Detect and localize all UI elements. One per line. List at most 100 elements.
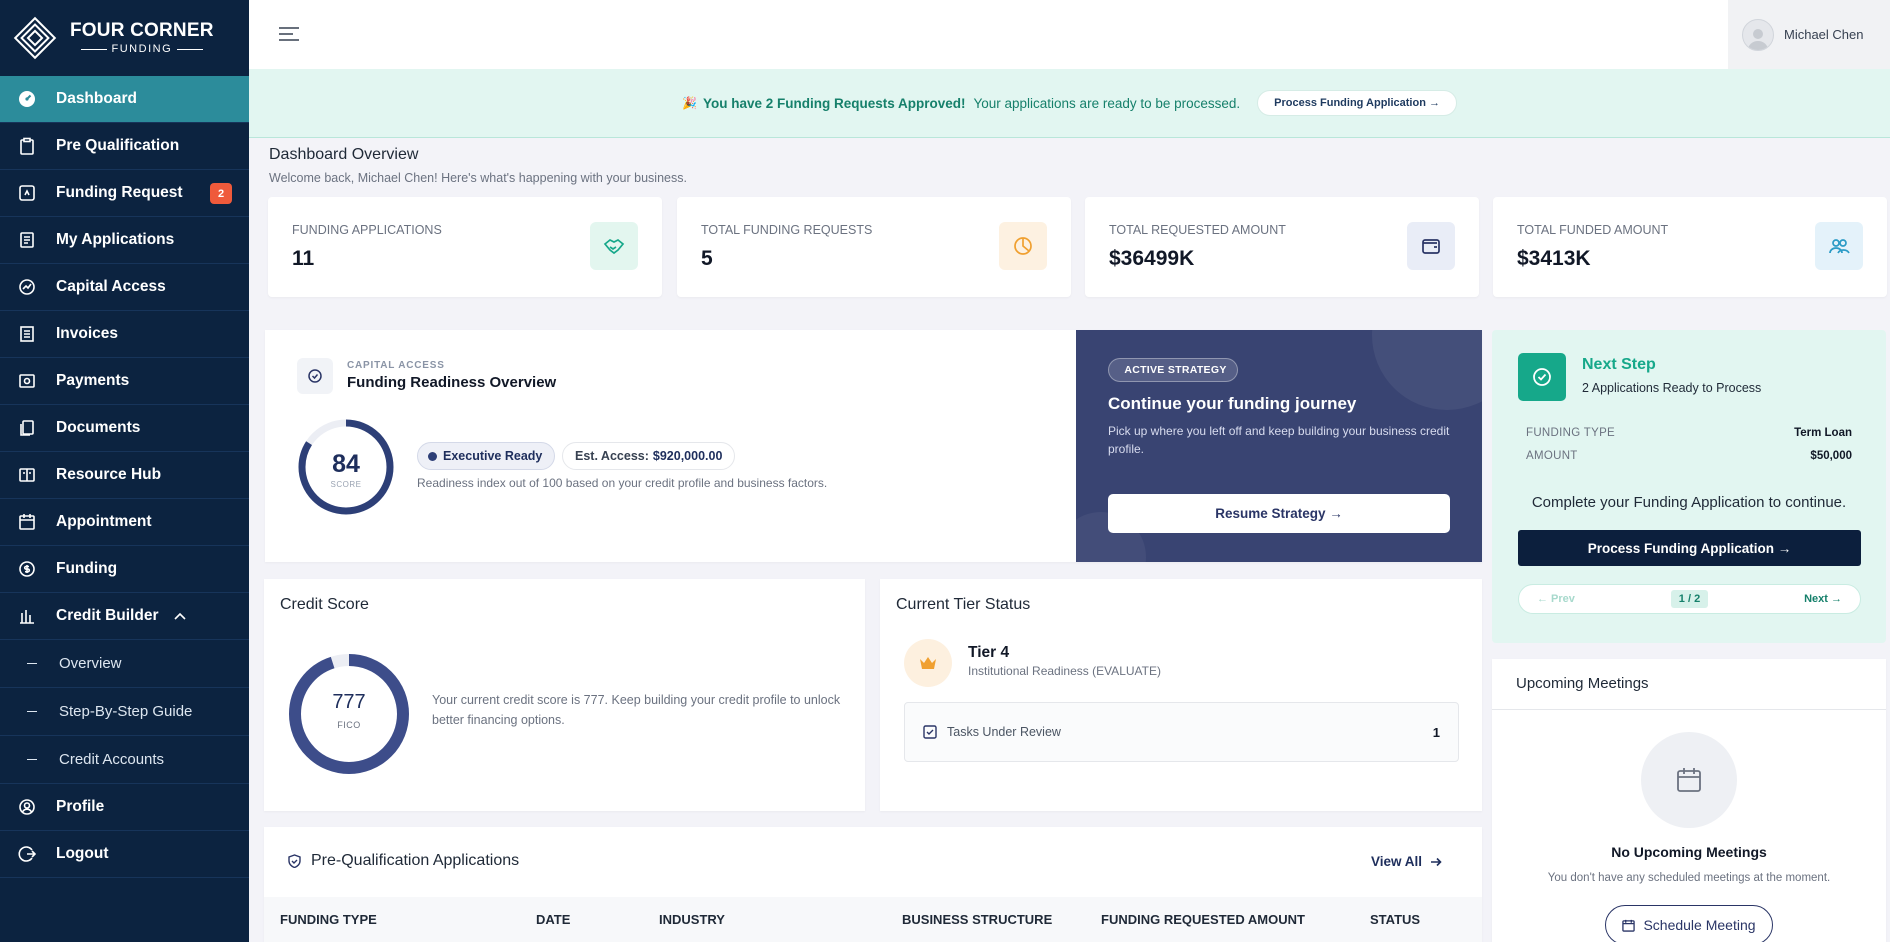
empty-state-title: No Upcoming Meetings — [1492, 844, 1886, 860]
est-access-badge: Est. Access: $920,000.00 — [562, 442, 735, 470]
sidebar-item-resource-hub[interactable]: Resource Hub — [0, 452, 249, 499]
sidebar-item-dashboard[interactable]: Dashboard — [0, 76, 249, 123]
view-all-link[interactable]: View All — [1371, 854, 1442, 869]
sidebar-subitem-step-by-step-guide[interactable]: Step-By-Step Guide — [0, 688, 249, 736]
dashboard-icon — [18, 90, 36, 108]
status-badge: Executive Ready — [417, 442, 555, 470]
sidebar-item-my-applications[interactable]: My Applications — [0, 217, 249, 264]
credit-score-ring — [287, 652, 411, 776]
chevron-up-icon[interactable] — [174, 609, 186, 623]
approval-banner: 🎉 You have 2 Funding Requests Approved! … — [249, 69, 1890, 138]
sidebar-subitem-credit-accounts[interactable]: Credit Accounts — [0, 736, 249, 784]
sidebar-item-payments[interactable]: Payments — [0, 358, 249, 405]
card-eyebrow: CAPITAL ACCESS — [347, 360, 445, 371]
card-title: Pre-Qualification Applications — [288, 852, 519, 870]
pager: ← Prev 1 / 2 Next → — [1518, 584, 1861, 614]
stat-card-total-requested-amount: TOTAL REQUESTED AMOUNT $36499K — [1085, 197, 1479, 297]
brand-logo[interactable]: FOUR CORNER FUNDING — [0, 0, 249, 76]
page-indicator: 1 / 2 — [1671, 590, 1708, 608]
chart-circle-icon — [18, 278, 36, 296]
stat-card-total-funding-requests: TOTAL FUNDING REQUESTS 5 — [677, 197, 1071, 297]
empty-state-description: You don't have any scheduled meetings at… — [1492, 872, 1886, 884]
building-icon — [18, 607, 36, 625]
handshake-icon — [590, 222, 638, 270]
clipboard-icon — [18, 137, 36, 155]
credit-score-description: Your current credit score is 777. Keep b… — [432, 690, 852, 730]
user-menu[interactable]: Michael Chen — [1728, 0, 1890, 69]
card-title: Funding Readiness Overview — [347, 374, 556, 391]
credit-score-card: Credit Score 777 FICO Your current credi… — [264, 579, 865, 811]
process-funding-application-button[interactable]: Process Funding Application → — [1518, 530, 1861, 566]
amount-row: AMOUNT $50,000 — [1526, 450, 1852, 462]
active-strategy-panel: ⮖ ACTIVE STRATEGY Continue your funding … — [1076, 330, 1482, 562]
credit-score-arc — [295, 660, 403, 768]
tasks-under-review[interactable]: Tasks Under Review 1 — [904, 702, 1459, 762]
tag-label: ACTIVE STRATEGY — [1124, 364, 1226, 376]
active-strategy-tag: ⮖ ACTIVE STRATEGY — [1108, 358, 1238, 382]
card-title: Upcoming Meetings — [1516, 675, 1649, 692]
sidebar-item-pre-qualification[interactable]: Pre Qualification — [0, 123, 249, 170]
schedule-meeting-label: Schedule Meeting — [1643, 917, 1755, 933]
tier-name: Tier 4 — [968, 644, 1009, 662]
next-button[interactable]: Next → — [1804, 593, 1842, 605]
calendar-icon — [1641, 732, 1737, 828]
column-header[interactable]: STATUS — [1370, 912, 1420, 927]
users-icon — [1815, 222, 1863, 270]
column-header[interactable]: FUNDING REQUESTED AMOUNT — [1101, 912, 1305, 927]
column-header[interactable]: FUNDING TYPE — [280, 912, 377, 927]
sidebar-item-label: Funding Request — [56, 184, 183, 202]
avatar — [1742, 19, 1774, 51]
process-funding-button[interactable]: Process Funding Application → — [1257, 90, 1457, 116]
funding-type-row: FUNDING TYPE Term Loan — [1526, 427, 1852, 439]
next-step-subtitle: 2 Applications Ready to Process — [1582, 381, 1761, 395]
check-circle-icon — [1518, 353, 1566, 401]
sidebar-item-invoices[interactable]: Invoices — [0, 311, 249, 358]
pie-chart-icon — [999, 222, 1047, 270]
user-name: Michael Chen — [1784, 27, 1864, 42]
stat-label: FUNDING APPLICATIONS — [292, 223, 442, 237]
sidebar-item-label: Documents — [56, 419, 140, 437]
payment-icon — [18, 372, 36, 390]
card-title: Credit Score — [280, 596, 369, 614]
banner-text: Your applications are ready to be proces… — [973, 96, 1240, 111]
column-header[interactable]: BUSINESS STRUCTURE — [902, 912, 1052, 927]
resume-strategy-button[interactable]: Resume Strategy → — [1108, 494, 1450, 533]
next-step-title: Next Step — [1582, 356, 1656, 374]
schedule-meeting-button[interactable]: Schedule Meeting — [1605, 905, 1773, 942]
sidebar-item-funding[interactable]: Funding — [0, 546, 249, 593]
sidebar-item-logout[interactable]: Logout — [0, 831, 249, 878]
sidebar-item-label: My Applications — [56, 231, 174, 249]
card-title: Current Tier Status — [896, 596, 1030, 614]
prev-button[interactable]: ← Prev — [1537, 593, 1575, 605]
next-step-card: Next Step 2 Applications Ready to Proces… — [1492, 330, 1886, 643]
banner-headline: You have 2 Funding Requests Approved! — [703, 96, 966, 111]
column-header[interactable]: INDUSTRY — [659, 912, 725, 927]
sidebar-subitem-overview[interactable]: Overview — [0, 640, 249, 688]
menu-toggle-icon[interactable] — [279, 26, 299, 42]
sidebar: FOUR CORNER FUNDING Dashboard Pre Qualif… — [0, 0, 249, 942]
crown-icon — [904, 639, 952, 687]
sidebar-item-label: Capital Access — [56, 278, 166, 296]
user-icon — [18, 798, 36, 816]
shield-check-icon — [288, 854, 301, 868]
view-all-label: View All — [1371, 854, 1422, 869]
dollar-doc-icon — [18, 184, 36, 202]
credit-score-value: 777 — [287, 691, 411, 714]
sidebar-item-documents[interactable]: Documents — [0, 405, 249, 452]
sidebar-item-label: Dashboard — [56, 90, 137, 108]
column-header[interactable]: DATE — [536, 912, 570, 927]
gauge-icon — [297, 358, 333, 394]
sidebar-item-profile[interactable]: Profile — [0, 784, 249, 831]
subitem-label: Step-By-Step Guide — [59, 703, 192, 720]
stat-card-funding-applications: FUNDING APPLICATIONS 11 — [268, 197, 662, 297]
credit-score-label: FICO — [287, 720, 411, 730]
sidebar-item-credit-builder[interactable]: Credit Builder — [0, 593, 249, 640]
checkbox-icon — [923, 725, 937, 739]
page-title: Dashboard Overview — [269, 146, 418, 164]
sidebar-item-capital-access[interactable]: Capital Access — [0, 264, 249, 311]
sidebar-item-funding-request[interactable]: Funding Request 2 — [0, 170, 249, 217]
sidebar-item-appointment[interactable]: Appointment — [0, 499, 249, 546]
stat-label: TOTAL FUNDED AMOUNT — [1517, 223, 1668, 237]
stat-label: TOTAL FUNDING REQUESTS — [701, 223, 872, 237]
tier-description: Institutional Readiness (EVALUATE) — [968, 664, 1161, 678]
